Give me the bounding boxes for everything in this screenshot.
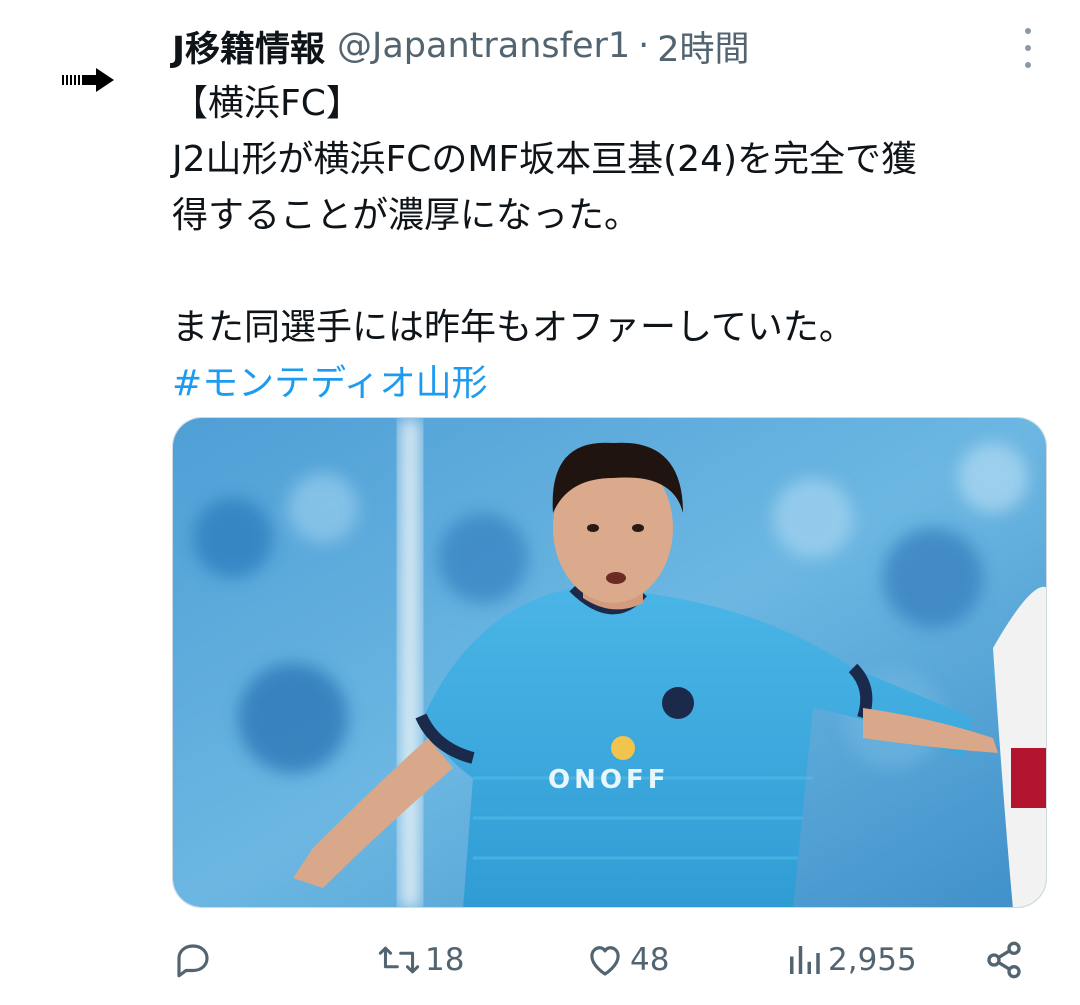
tweet-text-line: また同選手には昨年もオファーしていた。 (172, 307, 855, 348)
arrow-avatar-icon (62, 68, 114, 92)
views-count: 2,955 (828, 942, 917, 978)
tweet-text-line: J2山形が横浜FCのMF坂本亘基(24)を完全で獲 (172, 139, 918, 180)
share-icon (987, 941, 1021, 979)
hashtag-link[interactable]: #モンテディオ山形 (172, 356, 1032, 412)
retweet-icon (378, 946, 420, 974)
tweet-header: J移籍情報 @Japantransfer1 · 2時間 (172, 18, 1008, 74)
tweet-text-blank-line (172, 244, 1032, 300)
separator: · (638, 26, 650, 66)
jersey-sponsor-text: ONOFF (548, 765, 670, 795)
author-handle[interactable]: @Japantransfer1 (337, 26, 630, 66)
retweet-button[interactable]: 18 (377, 930, 464, 990)
tweet-photo[interactable]: ONOFF (172, 417, 1047, 908)
views-button[interactable]: 2,955 (784, 930, 917, 990)
tweet-action-bar: 18 48 2,955 (172, 930, 1032, 990)
like-count: 48 (630, 942, 670, 978)
views-icon (790, 946, 820, 974)
player-photo: ONOFF (173, 418, 1046, 907)
share-button[interactable] (984, 930, 1024, 990)
tweet-text-line: 【横浜FC】 (172, 83, 362, 124)
more-options-icon[interactable] (1020, 28, 1036, 68)
author-name[interactable]: J移籍情報 (172, 21, 325, 72)
avatar[interactable] (62, 66, 114, 94)
retweet-count: 18 (425, 942, 465, 978)
like-button[interactable]: 48 (584, 930, 669, 990)
tweet-text-line: 得することが濃厚になった。 (172, 195, 641, 236)
heart-icon (590, 946, 620, 976)
tweet-text: 【横浜FC】 J2山形が横浜FCのMF坂本亘基(24)を完全で獲 得することが濃… (172, 76, 1032, 412)
timestamp[interactable]: 2時間 (657, 21, 749, 72)
reply-button[interactable] (172, 930, 214, 990)
reply-icon (177, 944, 209, 978)
